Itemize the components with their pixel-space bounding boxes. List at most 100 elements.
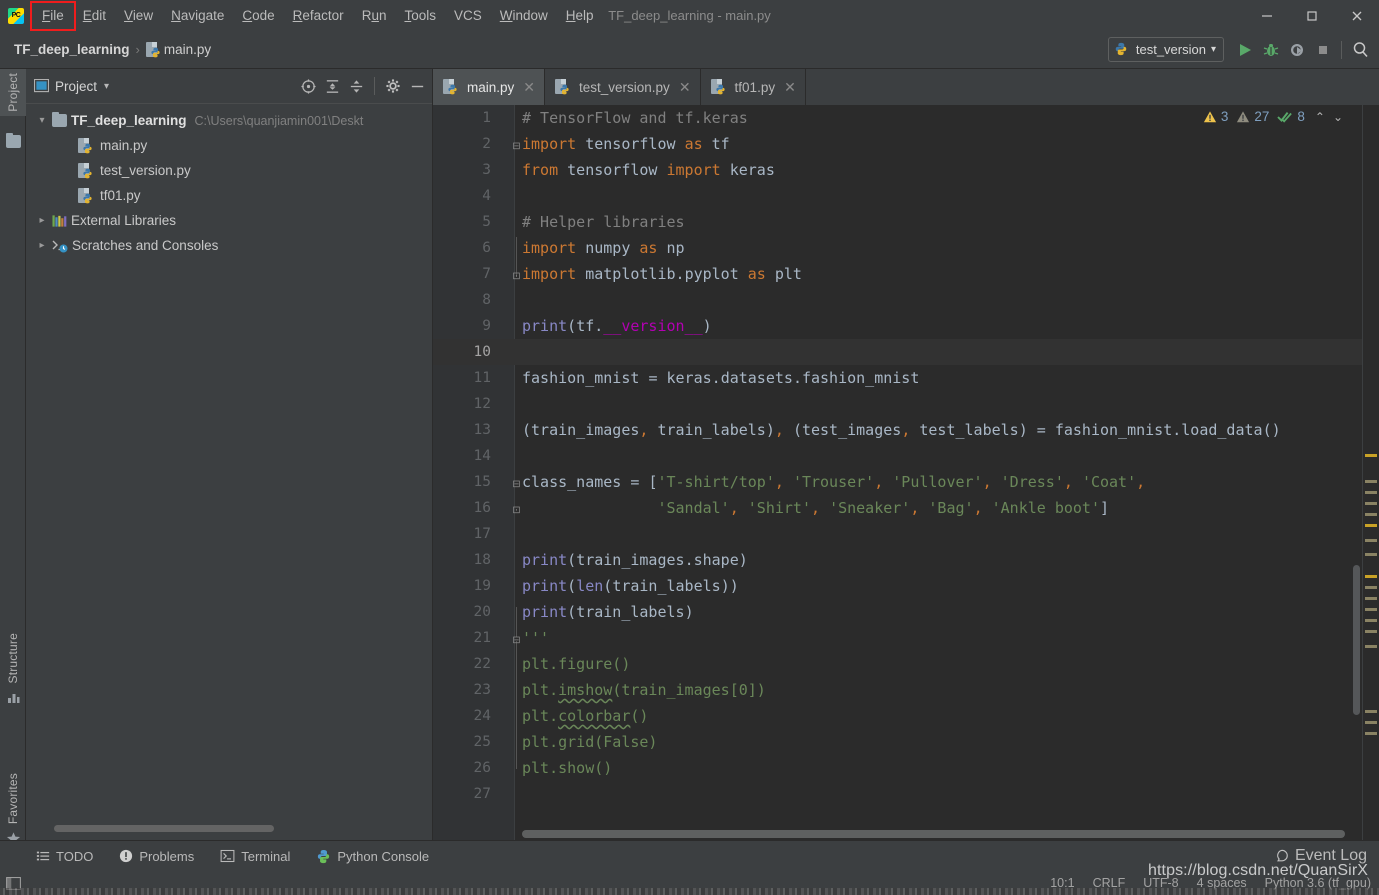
menu-item-window[interactable]: Window (491, 4, 557, 28)
tool-window-button-todo[interactable]: TODO (36, 849, 93, 864)
editor-tab[interactable]: main.py✕ (433, 69, 545, 105)
code-line[interactable]: 5# Helper libraries (433, 209, 1379, 235)
error-stripe-marker[interactable] (1365, 732, 1377, 735)
code-line[interactable]: 17 (433, 521, 1379, 547)
tree-item[interactable]: ▾TF_deep_learningC:\Users\quanjiamin001\… (26, 108, 432, 133)
code-line[interactable]: 7import matplotlib.pyplot as plt (433, 261, 1379, 287)
error-stripe-marker-bar[interactable] (1362, 105, 1379, 840)
breadcrumb-item-project[interactable]: TF_deep_learning (14, 42, 130, 57)
debug-button[interactable] (1258, 37, 1284, 63)
code-line[interactable]: 22plt.figure() (433, 651, 1379, 677)
error-stripe-marker[interactable] (1365, 575, 1377, 578)
next-problem-icon[interactable]: ⌄ (1333, 110, 1343, 124)
tree-twisty-expanded-icon[interactable]: ▾ (32, 115, 52, 126)
code-line[interactable]: 19print(len(train_labels)) (433, 573, 1379, 599)
code-line[interactable]: 11fashion_mnist = keras.datasets.fashion… (433, 365, 1379, 391)
error-stripe-marker[interactable] (1365, 480, 1377, 483)
code-line[interactable]: 4 (433, 183, 1379, 209)
error-stripe-marker[interactable] (1365, 619, 1377, 622)
fold-marker-collapse-icon[interactable]: ⊟ (512, 480, 521, 489)
error-stripe-marker[interactable] (1365, 721, 1377, 724)
code-line[interactable]: 12 (433, 391, 1379, 417)
folder-icon[interactable] (0, 131, 26, 148)
code-line[interactable]: 15class_names = ['T-shirt/top', 'Trouser… (433, 469, 1379, 495)
inspection-status-widget[interactable]: 3 27 8 ⌃ ⌄ (1203, 109, 1343, 124)
tree-item[interactable]: test_version.py (26, 158, 432, 183)
editor-tab[interactable]: tf01.py✕ (701, 69, 806, 105)
code-line[interactable]: 2import tensorflow as tf (433, 131, 1379, 157)
tree-item[interactable]: tf01.py (26, 183, 432, 208)
run-with-coverage-button[interactable] (1284, 37, 1310, 63)
error-stripe-marker[interactable] (1365, 710, 1377, 713)
close-icon[interactable]: ✕ (784, 79, 796, 96)
code-line[interactable]: 16 'Sandal', 'Shirt', 'Sneaker', 'Bag', … (433, 495, 1379, 521)
close-icon[interactable]: ✕ (679, 79, 691, 96)
menu-item-navigate[interactable]: Navigate (162, 4, 233, 28)
fold-marker-expand-icon[interactable]: ⊡ (512, 506, 521, 515)
fold-marker-expand-icon[interactable]: ⊡ (512, 272, 521, 281)
code-line[interactable]: 21''' (433, 625, 1379, 651)
code-line[interactable]: 10 (433, 339, 1379, 365)
error-stripe-marker[interactable] (1365, 491, 1377, 494)
tool-window-button-terminal[interactable]: Terminal (220, 849, 290, 864)
maximize-button[interactable] (1289, 0, 1334, 31)
settings-gear-icon[interactable] (382, 75, 404, 97)
tree-item[interactable]: ▸External Libraries (26, 208, 432, 233)
error-stripe-marker[interactable] (1365, 539, 1377, 542)
code-line[interactable]: 6import numpy as np (433, 235, 1379, 261)
error-stripe-marker[interactable] (1365, 553, 1377, 556)
error-stripe-marker[interactable] (1365, 630, 1377, 633)
chevron-down-icon[interactable]: ▾ (104, 81, 109, 92)
code-line[interactable]: 27 (433, 781, 1379, 807)
project-horizontal-scrollbar[interactable] (54, 825, 274, 832)
code-line[interactable]: 18print(train_images.shape) (433, 547, 1379, 573)
run-button[interactable] (1232, 37, 1258, 63)
event-log-button[interactable]: Event Log (1275, 847, 1367, 865)
fold-marker-collapse-icon[interactable]: ⊟ (512, 142, 521, 151)
menu-item-edit[interactable]: Edit (74, 4, 115, 28)
stripe-button-favorites[interactable]: Favorites (0, 769, 26, 846)
error-stripe-marker[interactable] (1365, 454, 1377, 457)
menu-item-run[interactable]: Run (353, 4, 396, 28)
code-line[interactable]: 20print(train_labels) (433, 599, 1379, 625)
error-stripe-marker[interactable] (1365, 513, 1377, 516)
fold-marker-collapse-icon[interactable]: ⊟ (512, 636, 521, 645)
code-line[interactable]: 25plt.grid(False) (433, 729, 1379, 755)
code-line[interactable]: 24plt.colorbar() (433, 703, 1379, 729)
error-stripe-marker[interactable] (1365, 586, 1377, 589)
menu-item-help[interactable]: Help (557, 4, 603, 28)
error-stripe-marker[interactable] (1365, 502, 1377, 505)
menu-item-view[interactable]: View (115, 4, 162, 28)
tree-twisty-collapsed-icon[interactable]: ▸ (32, 240, 52, 251)
code-line[interactable]: 26plt.show() (433, 755, 1379, 781)
error-stripe-marker[interactable] (1365, 645, 1377, 648)
stripe-button-structure[interactable]: Structure (0, 629, 26, 704)
select-opened-file-icon[interactable] (297, 75, 319, 97)
menu-item-file[interactable]: File (32, 3, 74, 29)
menu-item-vcs[interactable]: VCS (445, 4, 491, 28)
editor-tab[interactable]: test_version.py✕ (545, 69, 701, 105)
code-line[interactable]: 23plt.imshow(train_images[0]) (433, 677, 1379, 703)
collapse-all-icon[interactable] (345, 75, 367, 97)
close-icon[interactable]: ✕ (523, 79, 535, 96)
code-line[interactable]: 14 (433, 443, 1379, 469)
error-stripe-marker[interactable] (1365, 524, 1377, 527)
minimize-button[interactable] (1244, 0, 1289, 31)
stripe-button-project[interactable]: Project (0, 69, 26, 116)
error-stripe-marker[interactable] (1365, 608, 1377, 611)
code-line[interactable]: 13(train_images, train_labels), (test_im… (433, 417, 1379, 443)
code-line[interactable]: 3from tensorflow import keras (433, 157, 1379, 183)
editor-vertical-scrollbar[interactable] (1353, 565, 1360, 715)
stop-button[interactable] (1310, 37, 1336, 63)
breadcrumb-item-file[interactable]: main.py (164, 42, 211, 57)
run-configuration-selector[interactable]: test_version ▾ (1108, 37, 1224, 62)
code-line[interactable]: 8 (433, 287, 1379, 313)
previous-problem-icon[interactable]: ⌃ (1315, 110, 1325, 124)
editor-horizontal-scrollbar[interactable] (522, 830, 1345, 838)
tool-window-button-problems[interactable]: Problems (119, 849, 194, 864)
menu-item-code[interactable]: Code (233, 4, 283, 28)
editor-code-area[interactable]: 1# TensorFlow and tf.keras2import tensor… (433, 105, 1379, 840)
menu-item-tools[interactable]: Tools (395, 4, 445, 28)
code-lines[interactable]: 1# TensorFlow and tf.keras2import tensor… (433, 105, 1379, 840)
tree-item[interactable]: main.py (26, 133, 432, 158)
